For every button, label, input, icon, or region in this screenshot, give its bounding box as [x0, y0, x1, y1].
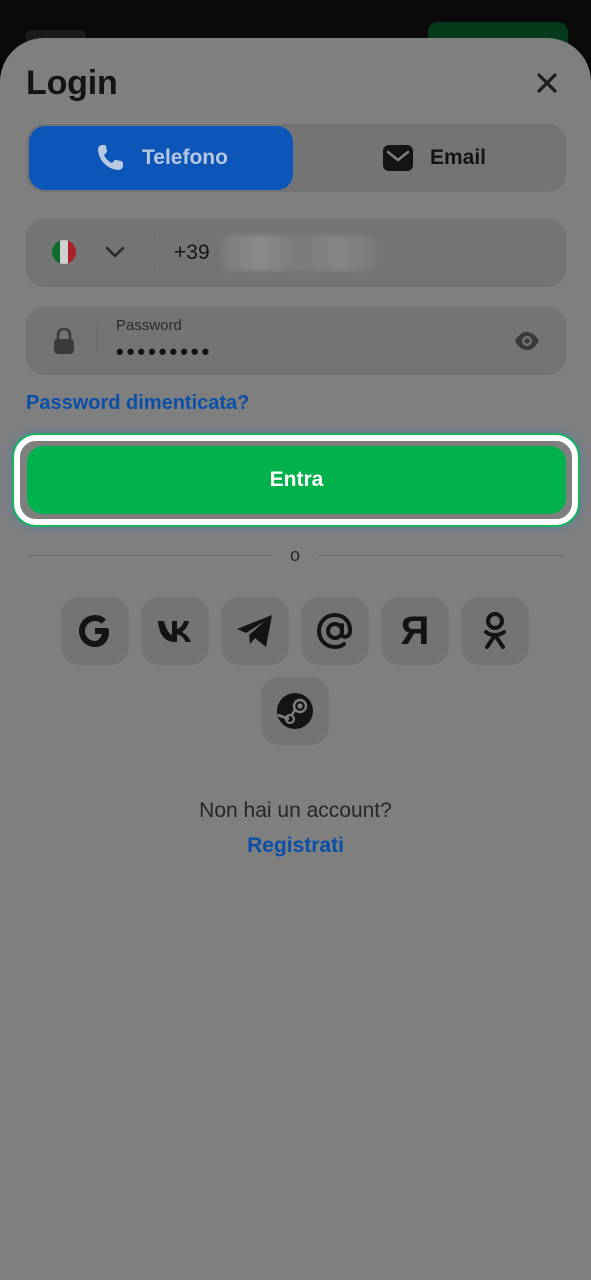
social-google-button[interactable] — [61, 597, 129, 665]
login-sheet: Login Telefono Email +39 Password ••••••… — [0, 38, 591, 1280]
forgot-password-link[interactable]: Password dimenticata? — [26, 392, 249, 415]
password-label: Password — [116, 317, 182, 334]
social-steam-button[interactable] — [261, 677, 329, 745]
divider-line — [318, 555, 566, 556]
password-value[interactable]: ••••••••• — [116, 339, 212, 365]
social-yandex-button[interactable]: Я — [381, 597, 449, 665]
sheet-title: Login — [26, 64, 118, 102]
eye-icon[interactable] — [513, 329, 541, 353]
social-mailru-button[interactable] — [301, 597, 369, 665]
lock-icon — [54, 327, 74, 354]
login-button[interactable]: Entra — [27, 446, 566, 514]
password-field[interactable]: Password ••••••••• — [26, 307, 566, 375]
telegram-icon — [237, 615, 272, 647]
tab-email[interactable]: Email — [306, 126, 562, 190]
login-method-tabs: Telefono Email — [26, 124, 566, 192]
divider-line — [26, 555, 272, 556]
close-icon — [537, 73, 557, 93]
yandex-icon: Я — [400, 609, 430, 653]
phone-icon — [98, 145, 124, 170]
field-divider — [96, 325, 97, 357]
mail-at-icon — [316, 612, 353, 650]
field-divider — [154, 237, 155, 269]
phone-field[interactable]: +39 — [26, 219, 566, 287]
social-odnoklassniki-button[interactable] — [461, 597, 529, 665]
social-telegram-button[interactable] — [221, 597, 289, 665]
social-vk-button[interactable] — [141, 597, 209, 665]
tab-telefono-label: Telefono — [142, 146, 228, 169]
close-button[interactable] — [530, 66, 564, 100]
no-account-text: Non hai un account? — [199, 799, 392, 822]
odnoklassniki-icon — [484, 612, 506, 649]
tab-email-label: Email — [429, 146, 487, 169]
phone-number-redacted[interactable] — [222, 235, 376, 271]
mail-icon — [382, 145, 413, 171]
flag-italy-icon[interactable] — [52, 240, 76, 264]
register-row: Registrati — [0, 834, 591, 858]
or-label: o — [289, 545, 300, 565]
vk-icon — [158, 621, 191, 642]
steam-icon — [277, 693, 313, 729]
google-icon — [79, 615, 109, 647]
tab-telefono[interactable]: Telefono — [29, 126, 293, 190]
chevron-down-icon[interactable] — [102, 239, 128, 265]
register-link[interactable]: Registrati — [247, 834, 344, 857]
phone-prefix: +39 — [174, 241, 210, 264]
